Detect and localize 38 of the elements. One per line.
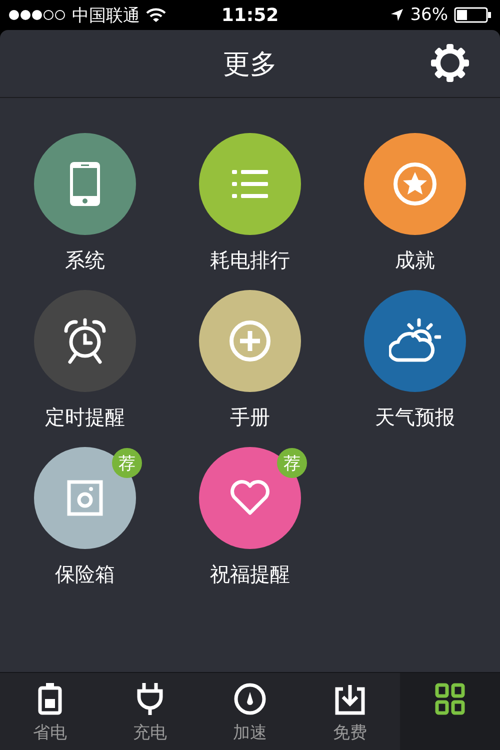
battery-icon bbox=[454, 7, 492, 23]
recommend-badge: 荐 bbox=[112, 448, 142, 478]
weather-icon bbox=[389, 318, 441, 364]
feature-label: 手册 bbox=[230, 404, 270, 430]
phone-icon bbox=[70, 162, 100, 206]
tab-item[interactable]: 加速 bbox=[200, 673, 300, 750]
battery-icon bbox=[38, 683, 62, 715]
tab-item[interactable]: 免费 bbox=[300, 673, 400, 750]
gauge-icon bbox=[234, 683, 266, 715]
feature-label: 耗电排行 bbox=[210, 247, 290, 273]
heart-icon bbox=[229, 480, 271, 516]
plus-icon bbox=[229, 320, 271, 362]
grid-icon bbox=[435, 683, 465, 715]
recommend-badge: 荐 bbox=[277, 448, 307, 478]
carrier-name: 中国联通 bbox=[72, 4, 140, 26]
feature-label: 保险箱 bbox=[55, 561, 115, 587]
status-time: 11:52 bbox=[221, 4, 279, 26]
page-title: 更多 bbox=[223, 48, 277, 82]
star-badge-icon bbox=[393, 162, 437, 206]
feature-label: 祝福提醒 bbox=[210, 561, 290, 587]
plug-icon bbox=[136, 683, 164, 715]
download-tray-icon bbox=[334, 683, 366, 715]
list-icon bbox=[232, 169, 268, 199]
alarm-clock-icon bbox=[63, 317, 107, 365]
battery-percent: 36% bbox=[410, 5, 448, 25]
tab-item[interactable] bbox=[400, 673, 500, 750]
feature-label: 天气预报 bbox=[375, 404, 455, 430]
settings-icon bbox=[430, 43, 470, 83]
feature-label: 成就 bbox=[395, 247, 435, 273]
tab-item[interactable]: 充电 bbox=[100, 673, 200, 750]
feature-label: 系统 bbox=[65, 247, 105, 273]
feature-label: 定时提醒 bbox=[45, 404, 125, 430]
signal-icon bbox=[8, 9, 66, 21]
wifi-icon bbox=[146, 8, 166, 22]
tab-item[interactable]: 省电 bbox=[0, 673, 100, 750]
safe-icon bbox=[67, 480, 103, 516]
location-arrow-icon bbox=[390, 8, 404, 22]
settings-button[interactable] bbox=[430, 43, 470, 83]
